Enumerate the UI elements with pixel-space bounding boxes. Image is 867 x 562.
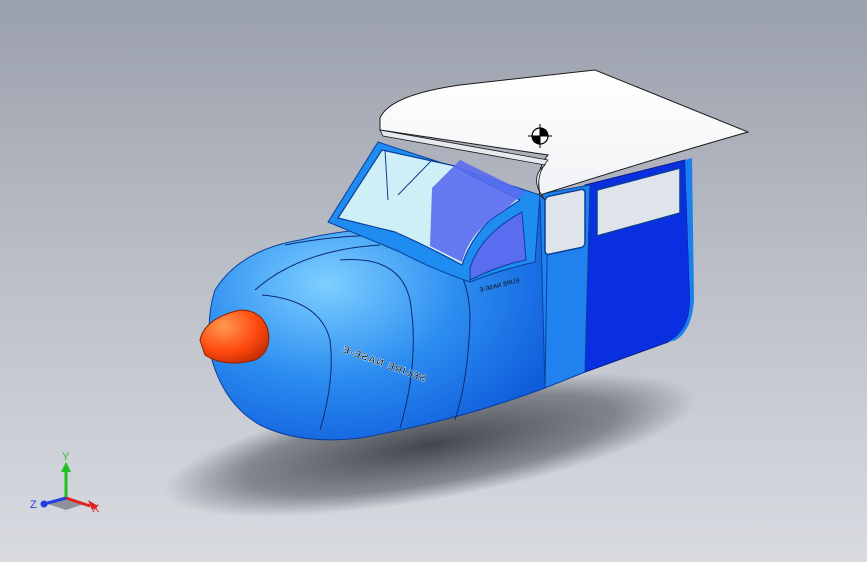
orientation-triad[interactable]: Y X Z <box>26 440 106 520</box>
cabin-model[interactable]: Ǝ-ƎƧAИ ƎЯIJƎƧ Ǝ-ƎƧAИ ƎЯIJƎ <box>0 0 867 562</box>
z-axis-label: Z <box>30 499 37 511</box>
y-axis-arrow-head <box>61 462 71 472</box>
y-axis-label: Y <box>62 451 70 463</box>
z-axis-arrow-head <box>40 500 48 508</box>
door-window[interactable] <box>544 188 586 256</box>
triad-base-icon <box>48 498 84 510</box>
graphics-viewport[interactable]: Ǝ-ƎƧAИ ƎЯIJƎƧ Ǝ-ƎƧAИ ƎЯIJƎ Y X Z <box>0 0 867 562</box>
x-axis-label: X <box>92 503 100 515</box>
